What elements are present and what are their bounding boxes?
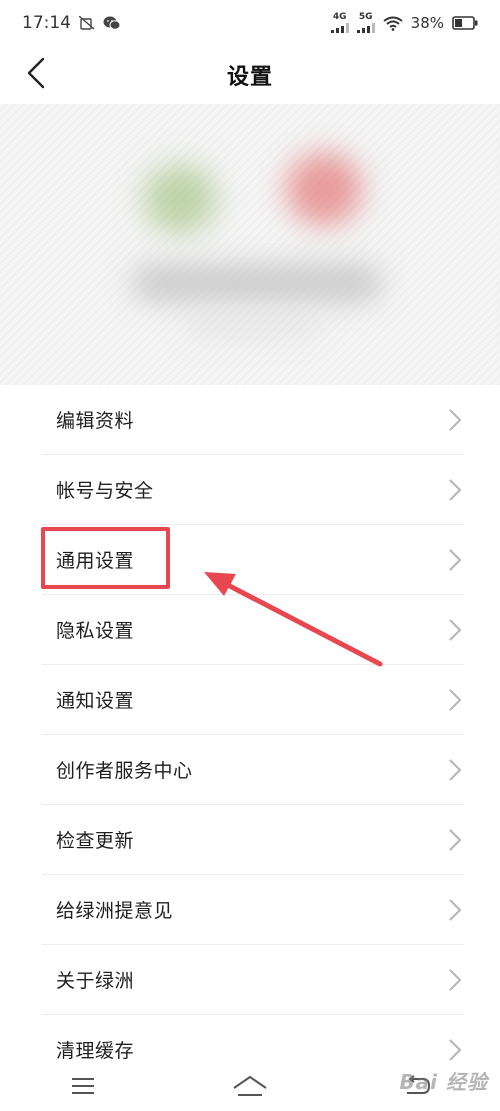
menu-item-clear-cache[interactable]: 清理缓存 — [42, 1015, 464, 1065]
menu-icon — [70, 1076, 96, 1100]
status-time: 17:14 — [22, 13, 71, 33]
menu-item-label: 通知设置 — [56, 690, 135, 712]
menu-item-creator-center[interactable]: 创作者服务中心 — [42, 735, 464, 805]
menu-item-label: 创作者服务中心 — [56, 760, 193, 782]
sim-disabled-icon — [79, 16, 95, 30]
settings-menu: 编辑资料 帐号与安全 通用设置 隐私设置 通知设置 创作者服务中心 检查更新 给… — [0, 385, 500, 1065]
chevron-right-icon — [446, 757, 464, 783]
wechat-icon — [103, 15, 121, 31]
blurred-avatar-right — [286, 152, 362, 226]
chevron-right-icon — [446, 827, 464, 853]
status-right: 4G 5G 38% — [330, 12, 478, 33]
menu-item-check-update[interactable]: 检查更新 — [42, 805, 464, 875]
menu-item-label: 帐号与安全 — [56, 480, 154, 502]
watermark: Bai 经验 — [399, 1070, 488, 1094]
home-icon — [232, 1074, 268, 1102]
chevron-right-icon — [446, 477, 464, 503]
banner-background — [0, 104, 500, 385]
net-label-1: 4G — [332, 12, 347, 22]
net-label-2: 5G — [358, 12, 373, 22]
blurred-subtext-line — [190, 316, 320, 334]
menu-item-label: 清理缓存 — [56, 1040, 135, 1062]
menu-item-privacy-settings[interactable]: 隐私设置 — [42, 595, 464, 665]
back-button[interactable] — [18, 56, 54, 94]
chevron-right-icon — [446, 547, 464, 573]
profile-banner — [0, 104, 500, 385]
menu-item-label: 编辑资料 — [56, 410, 135, 432]
nav-bar: 设置 — [0, 46, 500, 104]
chevron-right-icon — [446, 967, 464, 993]
menu-item-label: 给绿洲提意见 — [56, 900, 174, 922]
chevron-right-icon — [446, 407, 464, 433]
signal-icon-2: 5G — [356, 12, 375, 33]
menu-item-label: 关于绿洲 — [56, 970, 135, 992]
chevron-right-icon — [446, 687, 464, 713]
menu-item-account-security[interactable]: 帐号与安全 — [42, 455, 464, 525]
menu-item-about[interactable]: 关于绿洲 — [42, 945, 464, 1015]
battery-percent: 38% — [410, 14, 444, 32]
menu-item-feedback[interactable]: 给绿洲提意见 — [42, 875, 464, 945]
battery-icon — [452, 16, 478, 30]
status-left: 17:14 — [22, 13, 121, 33]
highlight-box — [41, 527, 170, 589]
wifi-icon — [383, 16, 403, 31]
menu-item-edit-profile[interactable]: 编辑资料 — [42, 385, 464, 455]
menu-item-label: 隐私设置 — [56, 620, 135, 642]
signal-icon: 4G — [330, 12, 349, 33]
blurred-text-line — [132, 264, 382, 302]
menu-item-notification-settings[interactable]: 通知设置 — [42, 665, 464, 735]
chevron-left-icon — [26, 57, 46, 93]
home-button[interactable] — [220, 1068, 280, 1108]
menu-button[interactable] — [53, 1068, 113, 1108]
blurred-avatar-left — [143, 164, 217, 234]
status-bar: 17:14 4G 5G 38% — [0, 0, 500, 46]
chevron-right-icon — [446, 617, 464, 643]
page-title: 设置 — [226, 65, 273, 90]
chevron-right-icon — [446, 1037, 464, 1063]
menu-item-label: 检查更新 — [56, 830, 135, 852]
chevron-right-icon — [446, 897, 464, 923]
